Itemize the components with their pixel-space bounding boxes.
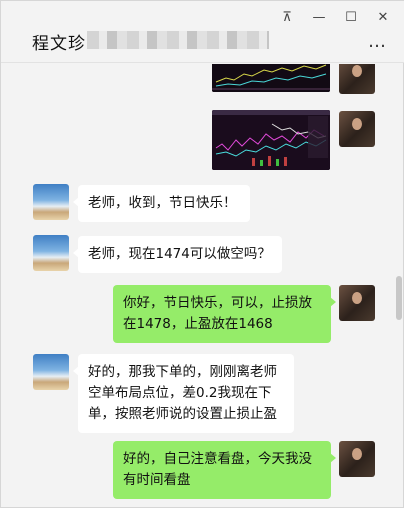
outgoing-message[interactable]: 你好，节日快乐，可以，止损放 在1478，止盈放在1468: [113, 285, 336, 343]
redacted-name-blur: [87, 31, 269, 49]
pin-icon[interactable]: ⊼: [271, 7, 303, 27]
chart-screenshot-image: [212, 64, 330, 92]
avatar-self[interactable]: [339, 441, 375, 477]
maximize-button[interactable]: ☐: [335, 7, 367, 27]
chat-title: 程文珍: [32, 34, 86, 54]
chart-screenshot-image: [212, 110, 330, 170]
message-text: 老师，收到，节日快乐！: [88, 195, 237, 211]
message-text-line: 好的，那我下单的，刚刚离老师: [88, 364, 277, 380]
avatar-self[interactable]: [339, 64, 375, 94]
message-text-line: 空单布局点位，差0.2我现在下: [88, 385, 272, 401]
avatar-self[interactable]: [339, 285, 375, 321]
incoming-message[interactable]: 好的，那我下单的，刚刚离老师 空单布局点位，差0.2我现在下 单，按照老师说的设…: [73, 354, 294, 433]
avatar-contact[interactable]: [33, 184, 69, 220]
avatar-contact[interactable]: [33, 235, 69, 271]
title-bar: ⊼ — ☐ ✕ 程文珍 …: [1, 1, 404, 63]
outgoing-message[interactable]: 好的，自己注意看盘，今天我没 有时间看盘: [113, 441, 336, 499]
message-text-line: 好的，自己注意看盘，今天我没: [123, 451, 312, 467]
message-text-line: 在1478，止盈放在1468: [123, 316, 273, 332]
close-button[interactable]: ✕: [367, 7, 399, 27]
avatar-self[interactable]: [339, 111, 375, 147]
scrollbar-thumb[interactable]: [396, 276, 402, 320]
incoming-message[interactable]: 老师，收到，节日快乐！: [73, 185, 250, 222]
chat-window: ⊼ — ☐ ✕ 程文珍 … 老师，收到，节日快乐！ 老师，现在1474可以做空吗…: [0, 0, 404, 508]
avatar-contact[interactable]: [33, 354, 69, 390]
message-list[interactable]: 老师，收到，节日快乐！ 老师，现在1474可以做空吗？ 你好，节日快乐，可以，止…: [1, 64, 404, 508]
more-options-icon[interactable]: …: [368, 31, 387, 52]
incoming-message[interactable]: 老师，现在1474可以做空吗？: [73, 236, 282, 273]
message-text-line: 你好，节日快乐，可以，止损放: [123, 295, 312, 311]
message-text: 老师，现在1474可以做空吗？: [88, 246, 271, 262]
message-text-line: 单，按照老师说的设置止损止盈: [88, 406, 277, 422]
window-controls: ⊼ — ☐ ✕: [271, 7, 399, 27]
message-text-line: 有时间看盘: [123, 472, 191, 488]
image-message[interactable]: [212, 64, 330, 92]
image-message[interactable]: [212, 110, 330, 170]
minimize-button[interactable]: —: [303, 7, 335, 27]
